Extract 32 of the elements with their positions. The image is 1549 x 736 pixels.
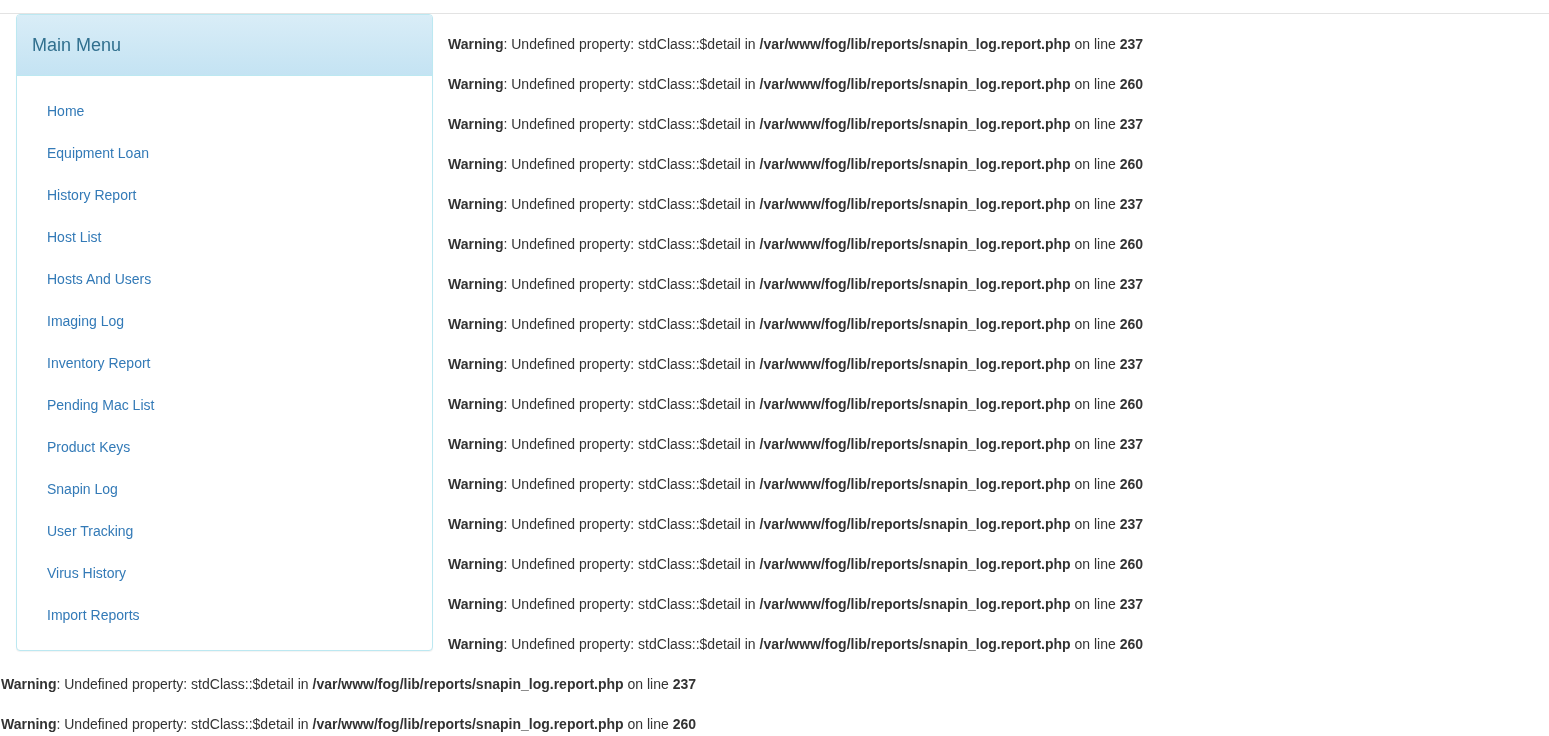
warning-message: Warning: Undefined property: stdClass::$detail in /var/www/fog/lib/reports/snapin_log.report.php on line 237 xyxy=(448,356,1144,372)
warning-message: Warning: Undefined property: stdClass::$detail in /var/www/fog/lib/reports/snapin_log.report.php on line 260 xyxy=(448,156,1144,172)
warning-message: Warning: Undefined property: stdClass::$detail in /var/www/fog/lib/reports/snapin_log.report.php on line 260 xyxy=(448,76,1144,92)
menu-link[interactable]: Host List xyxy=(47,229,102,245)
menu-link[interactable]: Import Reports xyxy=(47,607,140,623)
warning-message: Warning: Undefined property: stdClass::$detail in /var/www/fog/lib/reports/snapin_log.report.php on line 237 xyxy=(448,196,1144,212)
warning-message: Warning: Undefined property: stdClass::$detail in /var/www/fog/lib/reports/snapin_log.report.php on line 237 xyxy=(448,36,1144,52)
warning-message: Warning: Undefined property: stdClass::$detail in /var/www/fog/lib/reports/snapin_log.report.php on line 237 xyxy=(448,596,1144,612)
warning-message: Warning: Undefined property: stdClass::$detail in /var/www/fog/lib/reports/snapin_log.report.php on line 260 xyxy=(448,236,1144,252)
menu-link[interactable]: Snapin Log xyxy=(47,481,118,497)
warning-message: Warning: Undefined property: stdClass::$detail in /var/www/fog/lib/reports/snapin_log.report.php on line 237 xyxy=(1,676,697,692)
menu-link[interactable]: Hosts And Users xyxy=(47,271,152,287)
menu-link[interactable]: Equipment Loan xyxy=(47,145,149,161)
menu-title: Main Menu xyxy=(17,15,432,76)
menu-link[interactable]: Imaging Log xyxy=(47,313,125,329)
warning-message: Warning: Undefined property: stdClass::$detail in /var/www/fog/lib/reports/snapin_log.report.php on line 260 xyxy=(1,716,697,732)
menu-link[interactable]: Home xyxy=(47,103,85,119)
menu-link[interactable]: History Report xyxy=(47,187,137,203)
menu-link[interactable]: Virus History xyxy=(47,565,127,581)
warning-message: Warning: Undefined property: stdClass::$detail in /var/www/fog/lib/reports/snapin_log.report.php on line 237 xyxy=(448,116,1144,132)
warning-message: Warning: Undefined property: stdClass::$detail in /var/www/fog/lib/reports/snapin_log.report.php on line 260 xyxy=(448,316,1144,332)
warning-message: Warning: Undefined property: stdClass::$detail in /var/www/fog/lib/reports/snapin_log.report.php on line 237 xyxy=(448,276,1144,292)
menu-link[interactable]: Inventory Report xyxy=(47,355,151,371)
warning-message: Warning: Undefined property: stdClass::$detail in /var/www/fog/lib/reports/snapin_log.report.php on line 237 xyxy=(448,516,1144,532)
warning-message: Warning: Undefined property: stdClass::$detail in /var/www/fog/lib/reports/snapin_log.report.php on line 237 xyxy=(448,436,1144,452)
warning-message: Warning: Undefined property: stdClass::$detail in /var/www/fog/lib/reports/snapin_log.report.php on line 260 xyxy=(448,636,1144,652)
warning-message: Warning: Undefined property: stdClass::$detail in /var/www/fog/lib/reports/snapin_log.report.php on line 260 xyxy=(448,396,1144,412)
warning-message: Warning: Undefined property: stdClass::$detail in /var/www/fog/lib/reports/snapin_log.report.php on line 260 xyxy=(448,476,1144,492)
menu-link[interactable]: Product Keys xyxy=(47,439,131,455)
menu-link[interactable]: Pending Mac List xyxy=(47,397,155,413)
menu-link[interactable]: User Tracking xyxy=(47,523,134,539)
warning-message: Warning: Undefined property: stdClass::$detail in /var/www/fog/lib/reports/snapin_log.report.php on line 260 xyxy=(448,556,1144,572)
